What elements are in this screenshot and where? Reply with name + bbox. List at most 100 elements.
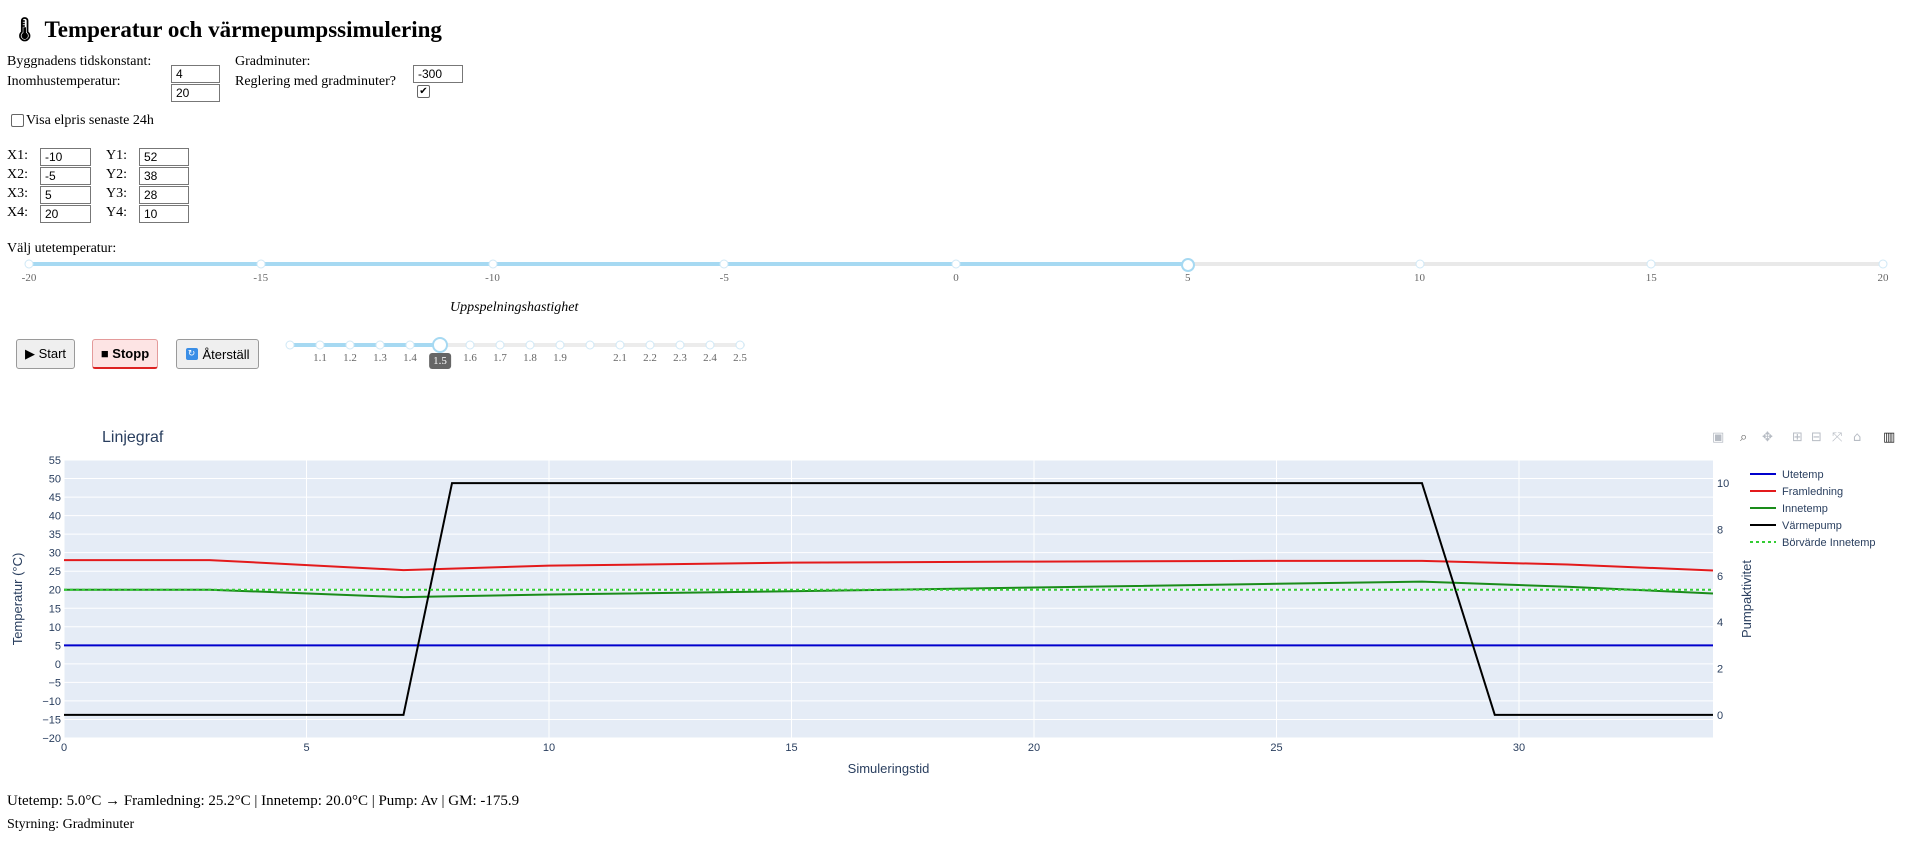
speed-slider-dot — [675, 340, 685, 350]
y-tick-label: −15 — [42, 714, 61, 726]
autoscale-icon[interactable]: ⤧ — [1832, 430, 1842, 445]
curve-x-label: X3: — [7, 186, 28, 201]
outdoor-slider[interactable] — [24, 256, 1888, 272]
curve-y-label: Y3: — [106, 186, 127, 201]
speed-slider-dot — [495, 340, 505, 350]
curve-y-input[interactable] — [139, 148, 189, 166]
y-tick-label: 10 — [49, 622, 61, 634]
speed-slider-tooltip: 1.5 — [429, 353, 451, 369]
y-tick-label: 45 — [49, 492, 61, 504]
curve-x-input[interactable] — [40, 167, 91, 185]
y2-tick-label: 10 — [1717, 478, 1729, 490]
curve-x-label: X1: — [7, 148, 28, 163]
reglering-label: Reglering med gradminuter? — [235, 74, 396, 89]
outdoor-slider-handle[interactable] — [1180, 258, 1195, 272]
line-chart: Linjegraf −20−15−10−50510152025303540455… — [10, 429, 1876, 776]
y-tick-label: 40 — [49, 511, 61, 523]
outdoor-slider-tick: -15 — [253, 272, 269, 284]
series-line-innetemp — [64, 580, 1714, 599]
y-tick-label: −10 — [42, 696, 61, 708]
curve-y-label: Y2: — [106, 167, 127, 182]
outdoor-slider-dot — [1646, 259, 1656, 269]
curve-y-label: Y1: — [106, 148, 127, 163]
curve-y-input[interactable] — [139, 205, 189, 223]
stop-button[interactable]: ■ Stopp — [92, 339, 158, 369]
x-tick-label: 5 — [303, 742, 309, 754]
camera-icon[interactable]: ▣ — [1712, 430, 1724, 445]
gradminuter-input[interactable] — [413, 65, 463, 83]
zoom-in-icon[interactable]: ⊞ — [1792, 430, 1803, 445]
curve-x-input[interactable] — [40, 205, 91, 223]
y-tick-label: 0 — [55, 659, 61, 671]
inomhus-input[interactable] — [171, 84, 220, 102]
legend-item: Utetemp — [1782, 469, 1824, 481]
curve-x-input[interactable] — [40, 186, 91, 204]
curve-x-label: X4: — [7, 205, 28, 220]
curve-y-input[interactable] — [139, 167, 189, 185]
outdoor-slider-tick: 20 — [1877, 272, 1889, 284]
outdoor-slider-track-fill — [29, 262, 1188, 266]
reset-button[interactable]: ↻ Återställ — [176, 339, 259, 369]
legend-item: Börvärde Innetemp — [1782, 537, 1876, 549]
home-icon[interactable]: ⌂ — [1853, 430, 1861, 445]
outdoor-slider-tick: 5 — [1185, 272, 1191, 284]
speed-slider-dot — [375, 340, 385, 350]
y2-tick-label: 2 — [1717, 664, 1723, 676]
outdoor-slider-dot — [24, 259, 34, 269]
series-line-framledning — [64, 559, 1714, 572]
y-tick-label: 30 — [49, 548, 61, 560]
speed-slider-handle[interactable] — [432, 337, 448, 353]
plotly-logo-icon[interactable]: ▥ — [1883, 430, 1895, 445]
refresh-icon: ↻ — [185, 348, 198, 360]
pan-icon[interactable]: ✥ — [1762, 430, 1773, 445]
reglering-checkbox[interactable]: ✔ — [417, 85, 430, 98]
speed-slider-dot — [735, 340, 745, 350]
x-axis-label: Simuleringstid — [848, 761, 930, 776]
speed-slider-tick: 1.9 — [553, 352, 567, 364]
curve-x-input[interactable] — [40, 148, 91, 166]
control-mode-line: Styrning: Gradminuter — [7, 817, 135, 832]
speed-slider-tick: 2.5 — [733, 352, 747, 364]
y2-tick-label: 4 — [1717, 617, 1723, 629]
outdoor-slider-dot — [1878, 259, 1888, 269]
legend-item: Framledning — [1782, 486, 1843, 498]
speed-slider-tick: 2.3 — [673, 352, 687, 364]
x-tick-label: 30 — [1513, 742, 1525, 754]
outdoor-slider-tick: -20 — [21, 272, 37, 284]
outdoor-slider-dot — [719, 259, 729, 269]
speed-slider-dot — [705, 340, 715, 350]
speed-slider-dot — [585, 340, 595, 350]
y-tick-label: 20 — [49, 585, 61, 597]
y-tick-label: 35 — [49, 529, 61, 541]
outdoor-slider-label: Välj utetemperatur: — [7, 241, 117, 256]
outdoor-slider-dot — [488, 259, 497, 269]
y-tick-label: 25 — [49, 566, 61, 578]
y2-tick-label: 8 — [1717, 525, 1723, 537]
tidskonstant-input[interactable] — [171, 65, 220, 83]
speed-slider-dot — [555, 340, 565, 350]
speed-slider-tick: 1.7 — [493, 352, 507, 364]
outdoor-slider-dot — [256, 259, 266, 269]
curve-y-input[interactable] — [139, 186, 189, 204]
speed-slider-label: Uppspelningshastighet — [450, 300, 579, 315]
curve-y-label: Y4: — [106, 205, 127, 220]
start-button[interactable]: ▶ Start — [16, 339, 75, 369]
speed-slider-tick: 1.4 — [403, 352, 417, 364]
legend-item: Innetemp — [1782, 503, 1828, 515]
speed-slider-tick: 1.3 — [373, 352, 387, 364]
speed-slider-dot — [615, 340, 625, 350]
inomhus-label: Inomhustemperatur: — [7, 74, 121, 89]
plot-area — [64, 460, 1713, 738]
x-tick-label: 0 — [61, 742, 67, 754]
y-axis-label: Temperatur (°C) — [10, 553, 25, 646]
speed-slider-dot — [345, 340, 355, 350]
speed-slider-track-fill — [290, 343, 440, 347]
elpris-checkbox[interactable] — [11, 114, 24, 127]
gradminuter-label: Gradminuter: — [235, 54, 311, 69]
zoom-icon[interactable]: ⌕ — [1740, 430, 1747, 445]
zoom-out-icon[interactable]: ⊟ — [1811, 430, 1822, 445]
series-line-värmepump — [64, 482, 1713, 716]
outdoor-slider-tick: 15 — [1645, 272, 1657, 284]
outdoor-slider-tick: -10 — [485, 272, 500, 284]
y-tick-label: 55 — [49, 455, 61, 467]
